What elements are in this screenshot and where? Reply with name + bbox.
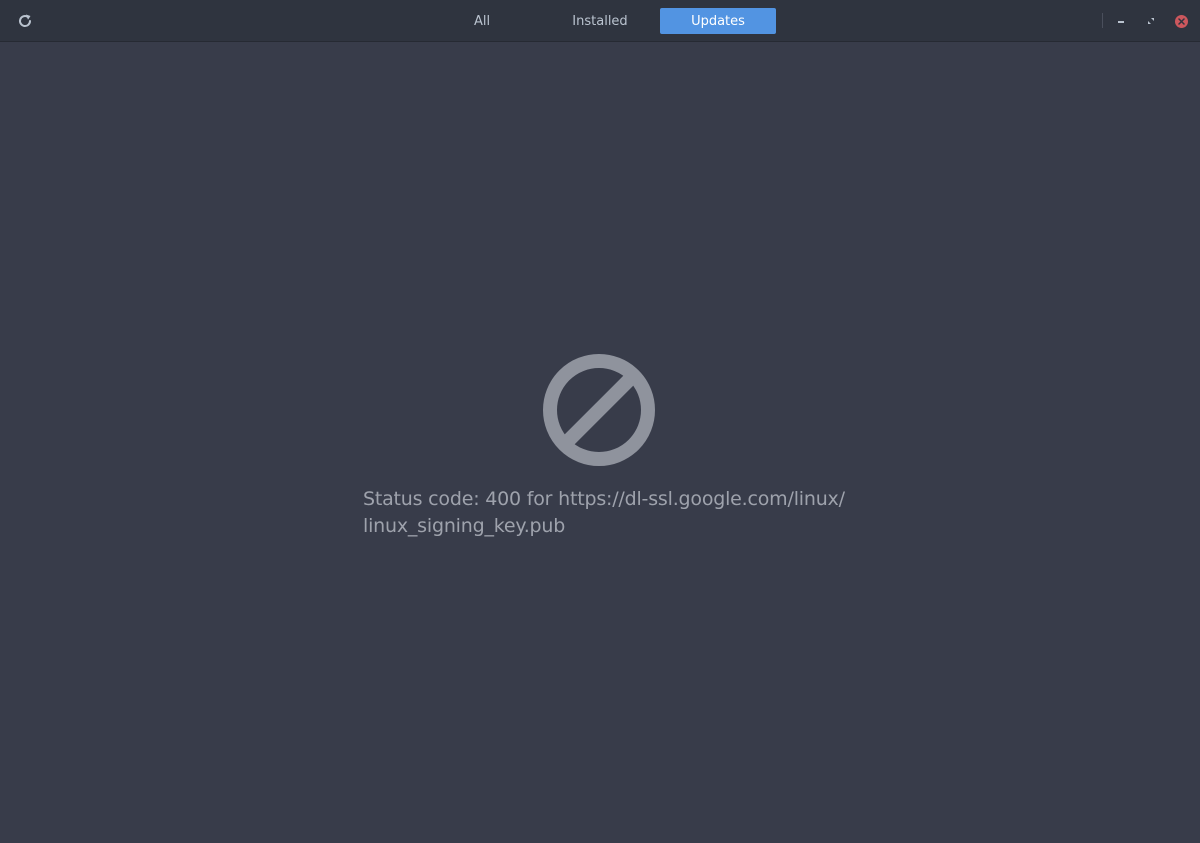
main-content: Status code: 400 for https://dl-ssl.goog… [0,43,1200,843]
refresh-icon [19,14,32,27]
tab-label: Installed [572,13,628,29]
maximize-icon [1148,18,1154,24]
tab-label: All [473,13,491,29]
close-button[interactable] [1171,11,1191,31]
close-icon [1174,14,1188,28]
view-switcher: All Installed Updates [424,8,778,34]
header-bar: All Installed Updates [0,0,1200,42]
tab-all[interactable]: All [424,8,540,34]
forbidden-icon [543,354,655,466]
error-message-line1: Status code: 400 for https://dl-ssl.goog… [363,488,845,510]
error-message-line2: linux_signing_key.pub [363,515,566,537]
minimize-button[interactable] [1111,11,1131,31]
app-window: All Installed Updates Status code: 400 f… [0,0,1200,843]
tab-updates[interactable]: Updates [660,8,776,34]
header-separator [1102,13,1103,28]
tab-installed[interactable]: Installed [542,8,658,34]
error-message: Status code: 400 for https://dl-ssl.goog… [363,486,845,540]
refresh-button[interactable] [12,8,38,34]
tab-label: Updates [691,13,745,29]
minimize-icon [1118,21,1124,23]
maximize-button[interactable] [1141,11,1161,31]
